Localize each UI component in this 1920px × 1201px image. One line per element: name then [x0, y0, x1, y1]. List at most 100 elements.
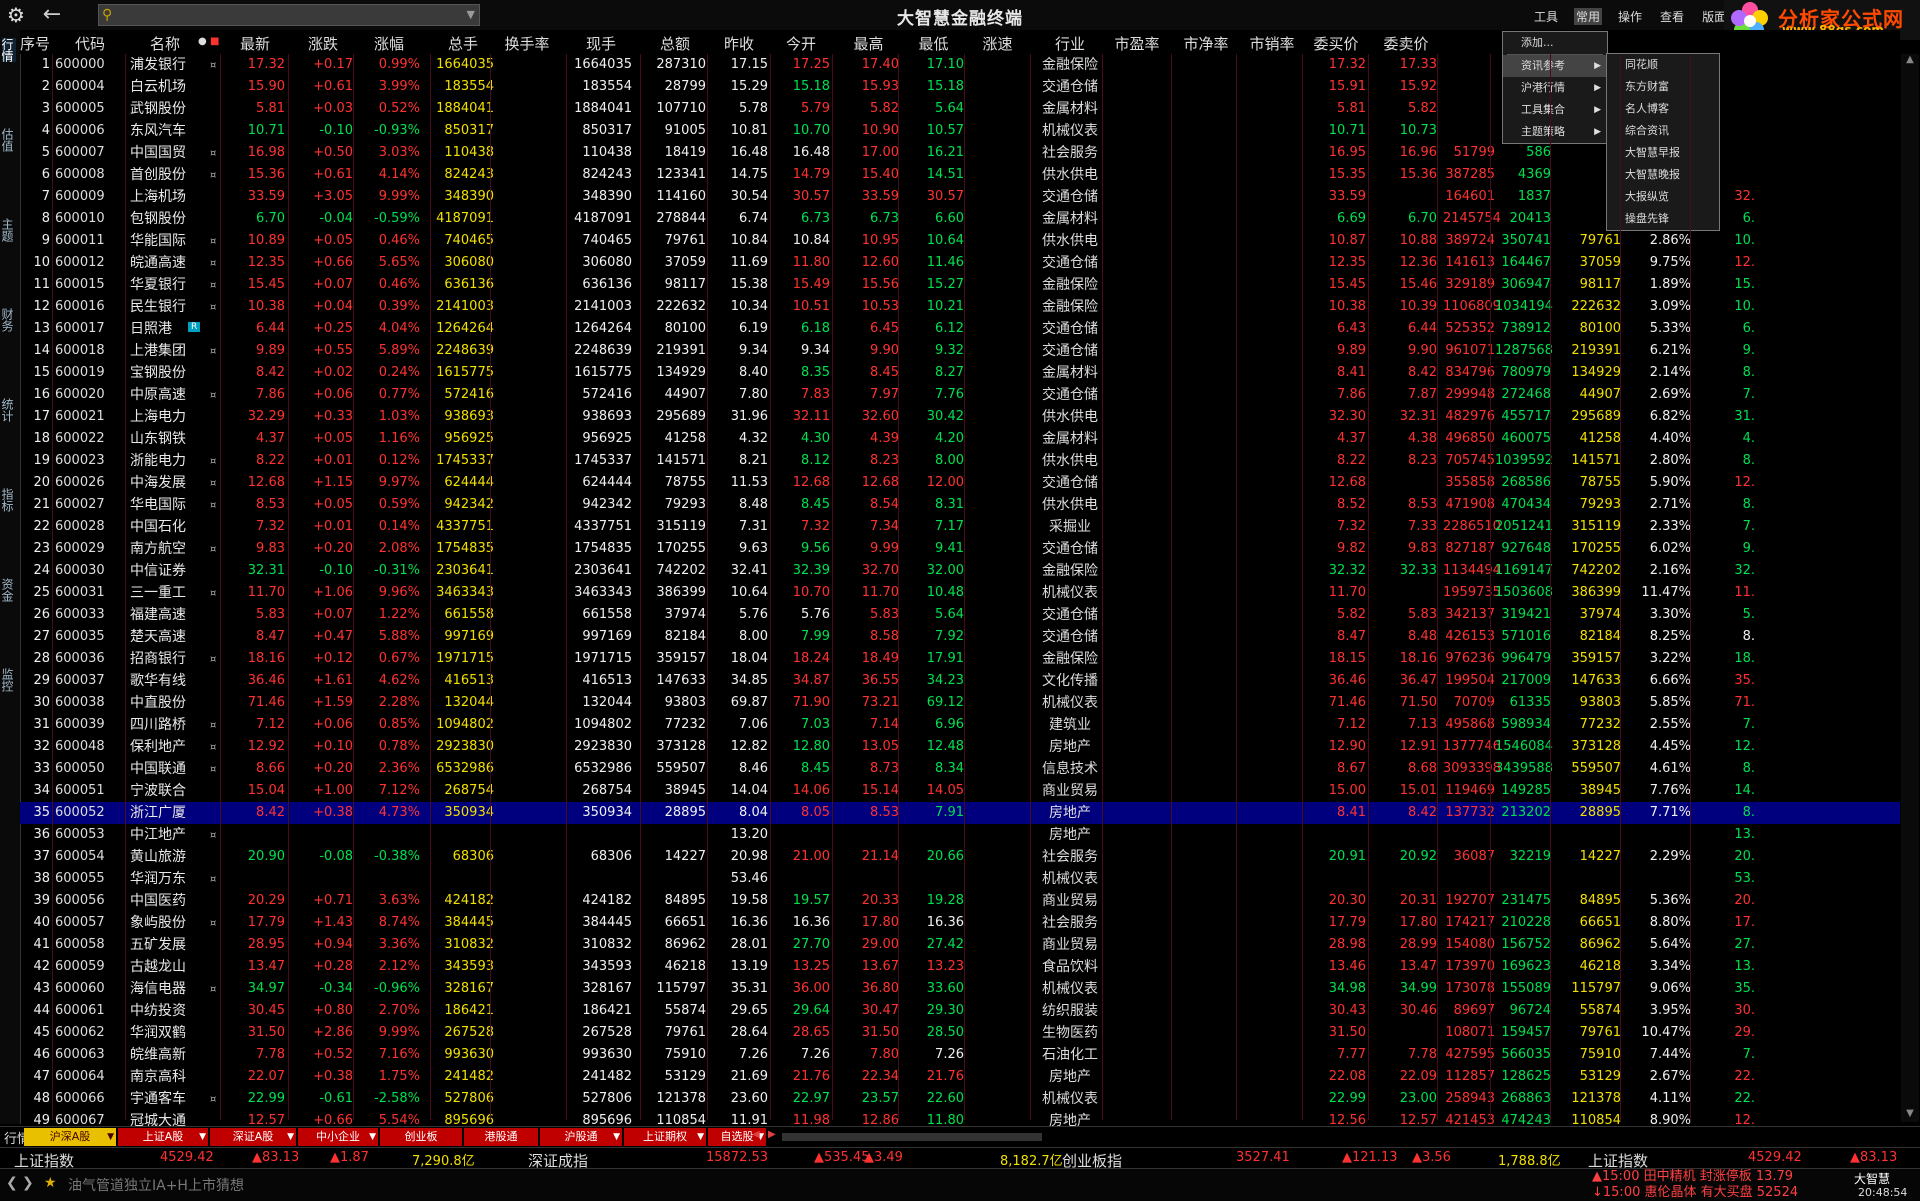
column-header-speed[interactable]: 涨速: [970, 33, 1025, 54]
app-logo-icon[interactable]: ⚙: [4, 3, 28, 27]
table-row[interactable]: 46 600063 皖维高新 7.78 +0.52 7.16% 993630 993630 75…: [20, 1044, 1900, 1066]
submenu-item-evening[interactable]: 大智慧晚报: [1607, 164, 1719, 186]
table-row[interactable]: 9 600011 华能国际 10.89 +0.05 0.46% 740465 740465 79…: [20, 230, 1900, 252]
table-row[interactable]: 45 600062 华润双鹤 31.50 +2.86 9.99% 267528 267528 7…: [20, 1022, 1900, 1044]
table-row[interactable]: 24 600030 中信证券 32.31 -0.10 -0.31% 2303641 23036…: [20, 560, 1900, 582]
table-row[interactable]: 17 600021 上海电力 32.29 +0.33 1.03% 938693 938693 2…: [20, 406, 1900, 428]
column-header-pb[interactable]: 市净率: [1176, 33, 1236, 54]
table-row[interactable]: 44 600061 中纺投资 30.45 +0.80 2.70% 186421 186421 5…: [20, 1000, 1900, 1022]
column-header-last[interactable]: 最新: [225, 33, 285, 54]
column-header-curvol[interactable]: 现手: [570, 33, 632, 54]
market-tab[interactable]: 港股通: [464, 1128, 539, 1146]
market-tab[interactable]: 上证A股 ▼: [118, 1128, 209, 1146]
menu-common[interactable]: 常用: [1574, 8, 1603, 25]
column-header-name[interactable]: 名称: [130, 33, 200, 54]
star-icon[interactable]: ★: [44, 1175, 57, 1191]
menu-operate[interactable]: 操作: [1616, 8, 1644, 25]
table-row[interactable]: 12 600016 民生银行 10.38 +0.04 0.39% 2141003 214100…: [20, 296, 1900, 318]
table-row[interactable]: 31 600039 四川路桥 7.12 +0.06 0.85% 1094802 1094802…: [20, 714, 1900, 736]
market-tab[interactable]: 中小企业 ▼: [298, 1128, 379, 1146]
table-row[interactable]: 25 600031 三一重工 11.70 +1.06 9.96% 3463343 346334…: [20, 582, 1900, 604]
chevron-down-icon[interactable]: ▼: [287, 1128, 294, 1146]
submenu-item-blogs[interactable]: 名人博客: [1607, 98, 1719, 120]
column-header-bid[interactable]: 委买价: [1306, 33, 1366, 54]
table-row[interactable]: 28 600036 招商银行 18.16 +0.12 0.67% 1971715 197171…: [20, 648, 1900, 670]
table-row[interactable]: 10 600012 皖通高速 12.35 +0.66 5.65% 306080 306080 3…: [20, 252, 1900, 274]
table-row[interactable]: 20 600026 中海发展 12.68 +1.15 9.97% 624444 624444 7…: [20, 472, 1900, 494]
table-row[interactable]: 48 600066 宇通客车 22.99 -0.61 -2.58% 527806 527806…: [20, 1088, 1900, 1110]
table-row[interactable]: 36 600053 中江地产 13.20 房地产 13. ¤: [20, 824, 1900, 846]
table-row[interactable]: 35 600052 浙江广厦 8.42 +0.38 4.73% 350934 350934 28…: [20, 802, 1900, 824]
table-row[interactable]: 47 600064 南京高科 22.07 +0.38 1.75% 241482 241482 5…: [20, 1066, 1900, 1088]
chevron-down-icon[interactable]: ▼: [697, 1128, 704, 1146]
column-header-turnover[interactable]: 换手率: [496, 33, 558, 54]
horizontal-scrollbar[interactable]: [782, 1133, 1042, 1141]
chevron-down-icon[interactable]: ▼: [107, 1128, 114, 1146]
news-headline[interactable]: 油气管道独立IA+H上市猜想: [68, 1175, 244, 1195]
market-tab[interactable]: 深证A股 ▼: [210, 1128, 297, 1146]
side-tab-finance[interactable]: 财务: [0, 308, 16, 332]
table-row[interactable]: 15 600019 宝钢股份 8.42 +0.02 0.24% 1615775 1615775…: [20, 362, 1900, 384]
table-row[interactable]: 22 600028 中国石化 7.32 +0.01 0.14% 4337751 4337751…: [20, 516, 1900, 538]
menu-view[interactable]: 查看: [1658, 8, 1686, 25]
tab-prev-icon[interactable]: ◀: [752, 1129, 760, 1140]
side-tab-funds[interactable]: 资金: [0, 578, 16, 602]
column-header-ask[interactable]: 委卖价: [1375, 33, 1437, 54]
column-header-open[interactable]: 今开: [772, 33, 830, 54]
table-row[interactable]: 16 600020 中原高速 7.86 +0.06 0.77% 572416 572416 44…: [20, 384, 1900, 406]
tab-next-icon[interactable]: ▶: [768, 1129, 776, 1140]
column-header-vol[interactable]: 总手: [432, 33, 494, 54]
chevron-down-icon[interactable]: ▼: [613, 1128, 620, 1146]
table-row[interactable]: 41 600058 五矿发展 28.95 +0.94 3.36% 310832 310832 8…: [20, 934, 1900, 956]
table-row[interactable]: 32 600048 保利地产 12.92 +0.10 0.78% 2923830 292383…: [20, 736, 1900, 758]
chevron-down-icon[interactable]: ▼: [369, 1128, 376, 1146]
side-tab-statistics[interactable]: 统计: [0, 398, 16, 422]
side-tab-theme[interactable]: 主题: [0, 218, 16, 242]
table-row[interactable]: 38 600055 华润万东 53.46 机械仪表 53. ¤: [20, 868, 1900, 890]
table-row[interactable]: 43 600060 海信电器 34.97 -0.34 -0.96% 328167 328167…: [20, 978, 1900, 1000]
table-row[interactable]: 26 600033 福建高速 5.83 +0.07 1.22% 661558 661558 37…: [20, 604, 1900, 626]
menu-item-theme-strategy[interactable]: 主题策略 ▶: [1503, 121, 1607, 143]
market-tab[interactable]: 沪股通 ▼: [540, 1128, 623, 1146]
flag-filter-icon[interactable]: ■: [210, 36, 219, 47]
table-row[interactable]: 19 600023 浙能电力 8.22 +0.01 0.12% 1745337 1745337…: [20, 450, 1900, 472]
market-tab[interactable]: 上证期权 ▼: [624, 1128, 707, 1146]
menu-item-tools[interactable]: 工具集合 ▶: [1503, 99, 1607, 121]
search-input[interactable]: ⚲ ▼: [98, 4, 480, 26]
side-tab-valuation[interactable]: 估值: [0, 128, 16, 152]
column-header-chg[interactable]: 涨跌: [293, 33, 353, 54]
column-header-prev[interactable]: 昨收: [710, 33, 768, 54]
side-tab-quotes[interactable]: 行情: [0, 38, 16, 62]
submenu-item-overview[interactable]: 大报纵览: [1607, 186, 1719, 208]
side-tab-indicators[interactable]: 指标: [0, 488, 16, 512]
table-row[interactable]: 21 600027 华电国际 8.53 +0.05 0.59% 942342 942342 79…: [20, 494, 1900, 516]
column-header-pe[interactable]: 市盈率: [1107, 33, 1167, 54]
chevron-left-icon[interactable]: ❮: [6, 1175, 18, 1191]
table-row[interactable]: 34 600051 宁波联合 15.04 +1.00 7.12% 268754 268754 3…: [20, 780, 1900, 802]
table-row[interactable]: 40 600057 象屿股份 17.79 +1.43 8.74% 384445 384445 6…: [20, 912, 1900, 934]
back-arrow-icon[interactable]: ←: [40, 3, 64, 27]
table-row[interactable]: 39 600056 中国医药 20.29 +0.71 3.63% 424182 424182 8…: [20, 890, 1900, 912]
column-header-pct[interactable]: 涨幅: [358, 33, 420, 54]
menu-tools[interactable]: 工具: [1532, 8, 1560, 25]
scroll-down-icon[interactable]: ▼: [1903, 1108, 1917, 1122]
column-header-ps[interactable]: 市销率: [1242, 33, 1302, 54]
vertical-scrollbar[interactable]: ▲ ▼: [1901, 54, 1919, 1122]
chevron-down-icon[interactable]: ▼: [467, 5, 475, 25]
table-row[interactable]: 14 600018 上港集团 9.89 +0.55 5.89% 2248639 2248639…: [20, 340, 1900, 362]
menu-item-add[interactable]: 添加...: [1503, 32, 1607, 54]
table-row[interactable]: 42 600059 古越龙山 13.47 +0.28 2.12% 343593 343593 4…: [20, 956, 1900, 978]
menu-item-info-ref[interactable]: 资讯参考 ▶: [1503, 55, 1607, 77]
table-row[interactable]: 11 600015 华夏银行 15.45 +0.07 0.46% 636136 636136 9…: [20, 274, 1900, 296]
column-header-seq[interactable]: 序号: [20, 33, 50, 54]
column-header-low[interactable]: 最低: [903, 33, 964, 54]
table-row[interactable]: 27 600035 楚天高速 8.47 +0.47 5.88% 997169 997169 82…: [20, 626, 1900, 648]
alert-item[interactable]: ↓15:00 惠伦晶体 有大买盘 52524: [1592, 1185, 1798, 1201]
sort-indicator-icon[interactable]: ●: [198, 36, 207, 47]
column-header-industry[interactable]: 行业: [1038, 33, 1102, 54]
table-row[interactable]: 18 600022 山东钢铁 4.37 +0.05 1.16% 956925 956925 41…: [20, 428, 1900, 450]
scroll-up-icon[interactable]: ▲: [1903, 54, 1917, 68]
side-tab-monitor[interactable]: 监控: [0, 668, 16, 692]
chevron-right-icon[interactable]: ❯: [22, 1175, 34, 1191]
table-row[interactable]: 37 600054 黄山旅游 20.90 -0.08 -0.38% 68306 68306 14…: [20, 846, 1900, 868]
